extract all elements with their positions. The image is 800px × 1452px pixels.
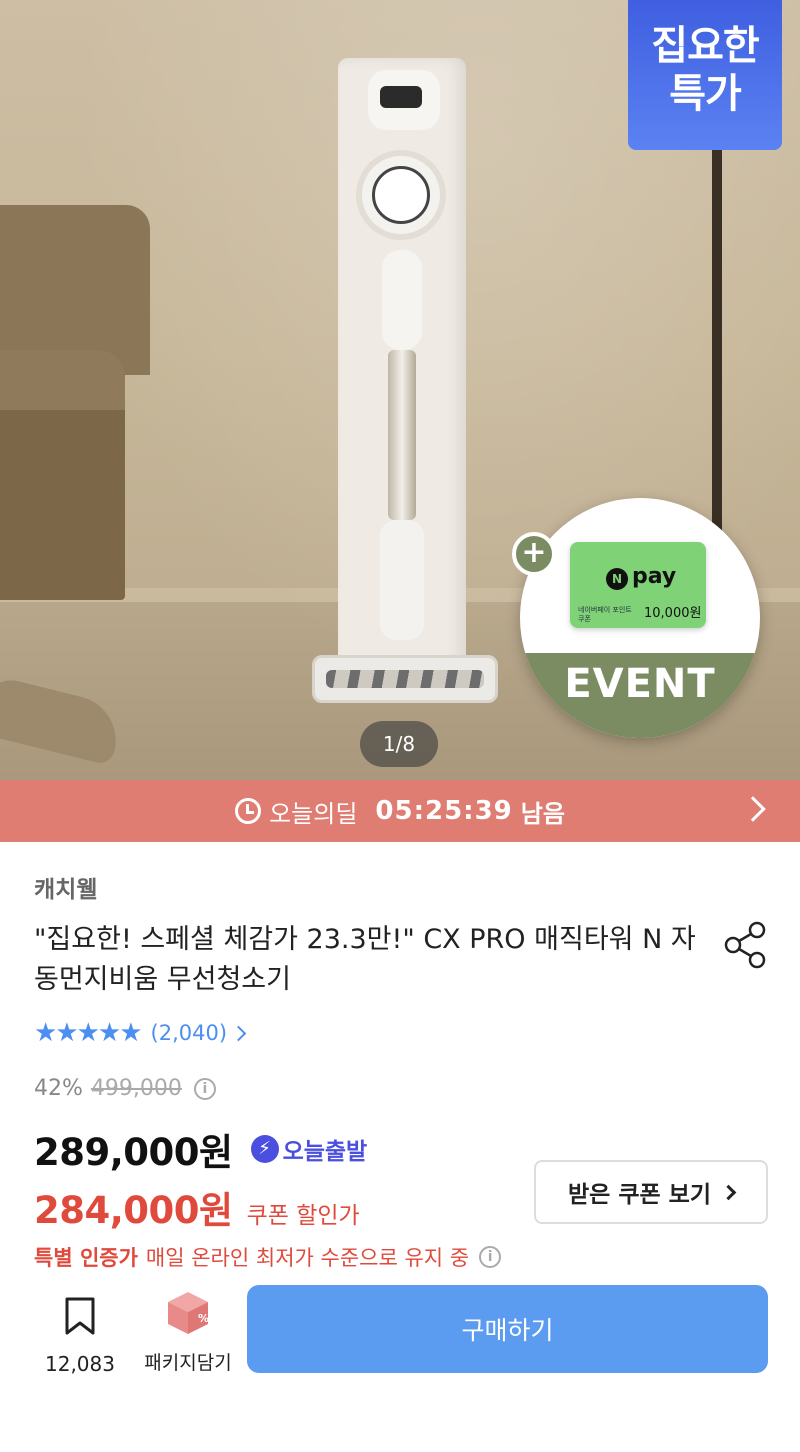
review-count[interactable]: (2,040) [151,1021,228,1045]
svg-text:%: % [198,1312,209,1325]
coupon-price: 284,000원 [34,1189,233,1232]
chevron-right-icon [720,1184,737,1200]
discount-rate: 42% [34,1076,83,1101]
bottom-action-bar: 12,083 % 패키지담기 구매하기 [0,1276,800,1452]
rating-row[interactable]: ★★★★★ (2,040) [34,1018,247,1048]
price-row: 289,000원 ⚡ 오늘출발 [34,1122,367,1176]
product-image-carousel[interactable]: 집요한 특가 N pay 네이버페이 포인트 쿠폰 10,000원 EVENT … [0,0,800,780]
package-box-icon: % [168,1292,209,1334]
vacuum-grip [382,250,422,350]
event-label: EVENT [520,653,760,738]
npay-coupon-card: N pay 네이버페이 포인트 쿠폰 10,000원 [570,542,706,628]
npay-logo-icon: N [606,568,628,590]
package-label: 패키지담기 [144,1352,232,1374]
bookmark-button[interactable]: 12,083 [40,1296,120,1376]
deal-label: 오늘의딜 [269,799,358,828]
special-deal-badge: 집요한 특가 [628,0,782,150]
coupon-price-label: 쿠폰 할인가 [246,1203,360,1229]
vacuum-lower-tube [380,520,424,640]
clock-icon [235,798,262,824]
vacuum-pipe [388,350,416,520]
npay-card-text: 네이버페이 포인트 쿠폰 [578,606,632,623]
view-coupon-label: 받은 쿠폰 보기 [568,1182,711,1208]
original-price: 499,000 [90,1076,182,1101]
coupon-price-row: 284,000원 쿠폰 할인가 [34,1180,360,1234]
vacuum-dial [372,166,430,224]
add-package-button[interactable]: % 패키지담기 [138,1290,238,1375]
npay-event-promo[interactable]: N pay 네이버페이 포인트 쿠폰 10,000원 EVENT [520,498,760,738]
view-coupon-button[interactable]: 받은 쿠폰 보기 [534,1160,768,1224]
info-icon[interactable]: i [479,1246,502,1268]
plus-icon: + [512,532,556,576]
image-pager: 1/8 [360,721,438,767]
original-price-row: 42% 499,000 i [34,1076,216,1101]
today-shipping-badge: 오늘출발 [282,1139,368,1165]
bookmark-count: 12,083 [45,1352,115,1376]
sale-price: 289,000원 [34,1131,233,1174]
brand-name[interactable]: 캐치웰 [34,870,97,904]
bookmark-icon [65,1297,95,1335]
product-title: "집요한! 스페셜 체감가 23.3만!" CX PRO 매직타워 N 자동먼지… [34,924,696,995]
today-deal-bar[interactable]: 오늘의딜 05:25:39 남음 [0,780,800,842]
sofa-arm-top [0,350,125,410]
buy-button[interactable]: 구매하기 [247,1285,768,1373]
info-icon[interactable]: i [193,1077,216,1100]
npay-amount: 10,000원 [644,606,702,621]
share-icon[interactable] [722,920,768,970]
vacuum-roller [326,670,484,688]
badge-line-1: 집요한 [651,23,759,69]
deal-countdown: 05:25:39 [375,796,513,826]
chevron-right-icon [230,1025,247,1041]
npay-brand: pay [632,564,677,589]
badge-line-2: 특가 [669,71,742,117]
certified-text: 매일 온라인 최저가 수준으로 유지 중 [145,1246,470,1270]
certified-label: 특별 인증가 [34,1246,138,1270]
vacuum-display [380,86,422,108]
lightning-icon: ⚡ [250,1135,279,1163]
certified-price-notice: 특별 인증가 매일 온라인 최저가 수준으로 유지 중 i [34,1242,502,1272]
chevron-right-icon [740,796,766,822]
deal-remain: 남음 [520,799,565,828]
star-rating-icon: ★★★★★ [34,1018,143,1048]
